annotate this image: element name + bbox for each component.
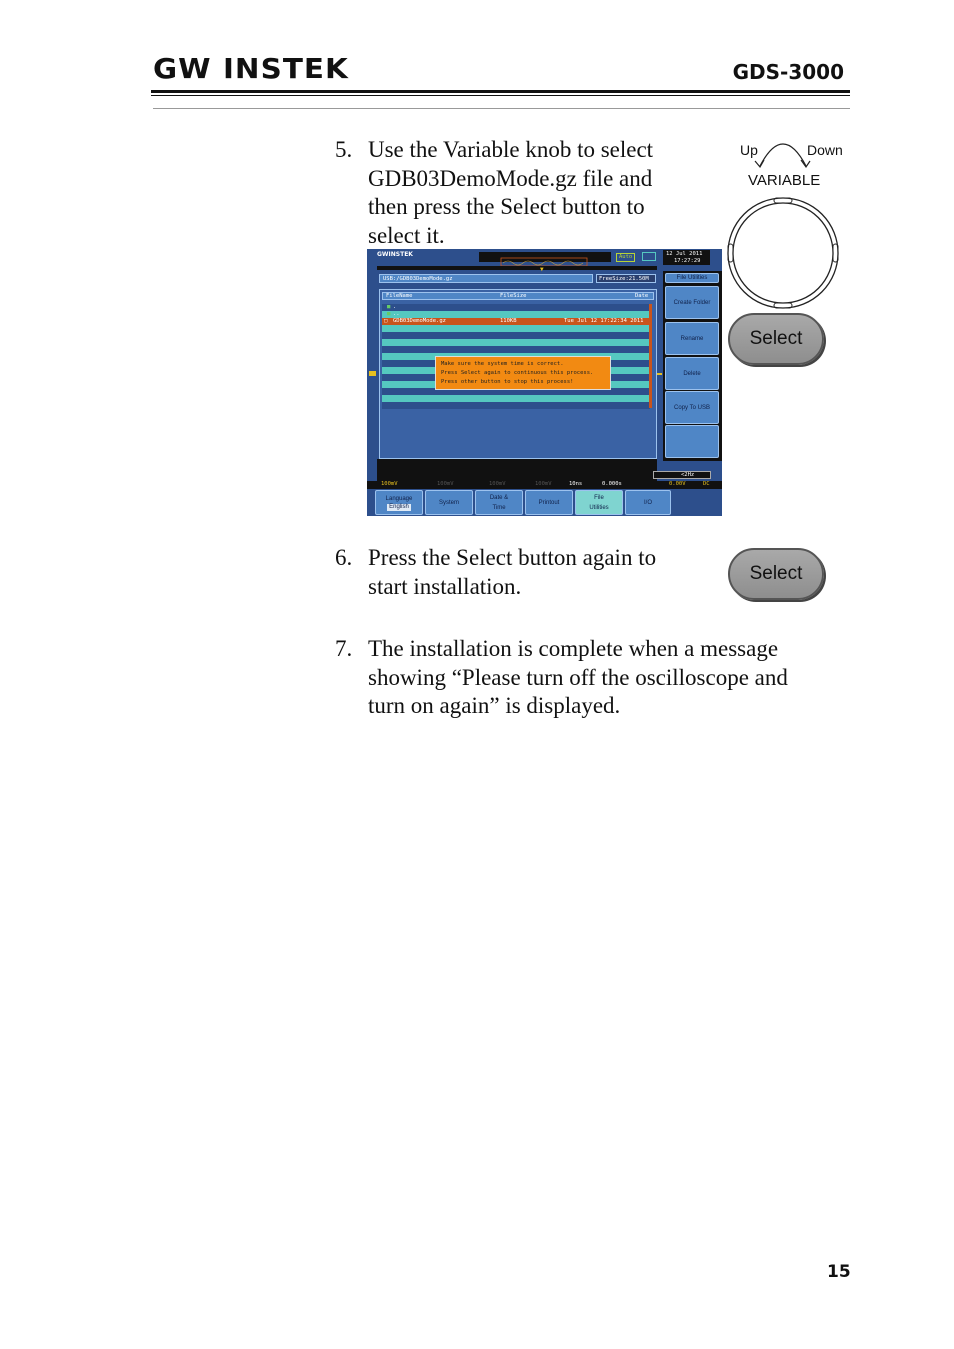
edge-trigger-icon xyxy=(642,252,656,261)
step-5: 5. Use the Variable knob to select GDB03… xyxy=(335,137,654,248)
step-7: 7. The installation is complete when a m… xyxy=(335,636,788,718)
delete-button[interactable]: Delete xyxy=(665,357,719,390)
file-row[interactable]: ■. xyxy=(382,304,650,311)
printout-button[interactable]: Printout xyxy=(525,490,573,515)
variable-knob[interactable] xyxy=(726,196,840,310)
timeline xyxy=(377,266,657,270)
waveform-area xyxy=(377,459,657,482)
model-name: GDS-3000 xyxy=(732,60,844,84)
io-button[interactable]: I/O xyxy=(625,490,671,515)
select-button[interactable]: Select xyxy=(728,548,824,600)
rename-button[interactable]: Rename xyxy=(665,322,719,355)
header-rule xyxy=(151,95,850,96)
copy-to-usb-button[interactable]: Copy To USB xyxy=(665,391,719,424)
empty-side-button[interactable] xyxy=(665,425,719,458)
system-button[interactable]: System xyxy=(425,490,473,515)
path-field: USB:/GDB03DemoMode.gz xyxy=(379,274,593,283)
scrollbar[interactable] xyxy=(649,304,652,408)
side-menu-title: File Utilities xyxy=(665,273,719,283)
confirm-dialog: Make sure the system time is correct. Pr… xyxy=(435,356,611,390)
knob-label: VARIABLE xyxy=(748,172,821,189)
waveform-overview xyxy=(479,252,611,267)
header-rule xyxy=(153,108,850,109)
oscilloscope-screen: GWINSTEK Auto 12 Jul 2011 17:27:29 ▼ USB… xyxy=(367,249,722,516)
file-row[interactable]: ■.. xyxy=(382,311,650,318)
free-size: FreeSize:21.50M xyxy=(596,274,656,283)
side-menu: File Utilities Create Folder Rename Dele… xyxy=(663,271,722,461)
trigger-level-icon xyxy=(657,373,662,375)
date-time-button[interactable]: Date & Time xyxy=(475,490,523,515)
datetime-box: 12 Jul 2011 17:27:29 xyxy=(663,250,710,265)
header-rule xyxy=(151,90,850,93)
language-button[interactable]: Language English xyxy=(375,490,423,515)
brand-logo: GW INSTEK xyxy=(153,52,349,85)
ch1-marker-icon xyxy=(369,371,376,376)
file-list-header: FileName FileSize Date xyxy=(382,292,654,300)
scope-brand: GWINSTEK xyxy=(377,251,413,258)
file-utilities-button[interactable]: File Utilities xyxy=(575,490,623,515)
file-list[interactable]: FileName FileSize Date ■. ■.. □ GDB03Dem… xyxy=(379,289,657,459)
select-button[interactable]: Select xyxy=(728,313,824,365)
step-6: 6. Press the Select button again to star… xyxy=(335,545,657,599)
trigger-mode: Auto xyxy=(616,253,636,262)
file-row-selected[interactable]: □ GDB03DemoMode.gz 110KB Tue Jul 12 17:2… xyxy=(382,318,650,325)
create-folder-button[interactable]: Create Folder xyxy=(665,286,719,319)
rotate-arrow-icon xyxy=(754,143,811,169)
page-number: 15 xyxy=(827,1262,851,1282)
trigger-position-icon: ▼ xyxy=(540,266,544,273)
channel-status-bar: 100mV 100mV 100mV 100mV 10ns 0.000s 0.00… xyxy=(367,481,722,489)
frequency-readout: <2Hz xyxy=(653,471,711,479)
